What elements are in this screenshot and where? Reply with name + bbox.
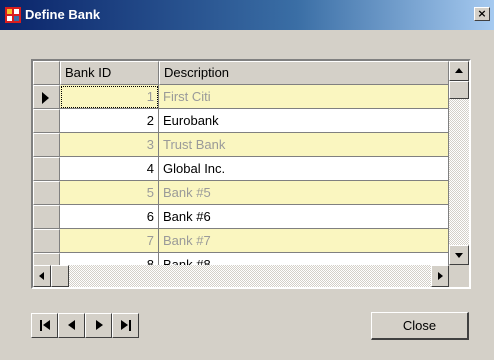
current-row-indicator-icon <box>42 92 49 104</box>
scrollbar-corner <box>449 265 469 287</box>
bank-grid[interactable]: Bank ID Description 1 First Citi 2 Eurobank… <box>31 59 471 289</box>
row-selector[interactable] <box>33 181 60 205</box>
column-header-bank-id[interactable]: Bank ID <box>60 61 159 85</box>
description-cell[interactable]: Trust Bank <box>159 133 449 157</box>
arrow-down-icon <box>455 253 463 258</box>
prior-record-button[interactable] <box>58 313 85 338</box>
row-selector[interactable] <box>33 205 60 229</box>
bank-app-icon <box>5 7 21 23</box>
scroll-right-button[interactable] <box>431 265 449 287</box>
column-header-description[interactable]: Description <box>159 61 449 85</box>
next-record-icon <box>96 320 103 330</box>
arrow-up-icon <box>455 68 463 73</box>
description-cell[interactable]: First Citi <box>159 85 449 109</box>
bank-id-cell[interactable]: 5 <box>60 181 159 205</box>
description-cell[interactable]: Bank #7 <box>159 229 449 253</box>
row-selector[interactable] <box>33 109 60 133</box>
scroll-left-button[interactable] <box>33 265 51 287</box>
title-bar[interactable]: Define Bank × <box>0 0 494 30</box>
description-cell[interactable]: Bank #5 <box>159 181 449 205</box>
bank-id-cell[interactable]: 4 <box>60 157 159 181</box>
first-record-button[interactable] <box>31 313 58 338</box>
record-navigator <box>31 313 139 338</box>
scroll-up-button[interactable] <box>449 61 469 81</box>
close-button[interactable]: Close <box>371 312 469 340</box>
horizontal-scroll-thumb[interactable] <box>51 265 69 287</box>
prior-record-icon <box>68 320 75 330</box>
window-title: Define Bank <box>25 7 101 22</box>
bank-id-cell[interactable]: 7 <box>60 229 159 253</box>
bank-id-cell[interactable]: 1 <box>60 85 159 109</box>
row-selector[interactable] <box>33 229 60 253</box>
row-selector[interactable] <box>33 133 60 157</box>
vertical-scrollbar[interactable] <box>449 61 469 265</box>
grid-body: Bank ID Description 1 First Citi 2 Eurobank… <box>33 61 469 287</box>
arrow-left-icon <box>39 272 44 280</box>
define-bank-dialog: Define Bank × Bank ID Description 1 First… <box>0 0 494 360</box>
grid-corner-header <box>33 61 60 85</box>
vertical-scroll-thumb[interactable] <box>449 81 469 99</box>
row-selector[interactable] <box>33 157 60 181</box>
description-cell[interactable]: Global Inc. <box>159 157 449 181</box>
last-record-button[interactable] <box>112 313 139 338</box>
arrow-right-icon <box>438 272 443 280</box>
bank-id-cell[interactable]: 3 <box>60 133 159 157</box>
description-cell[interactable]: Eurobank <box>159 109 449 133</box>
bank-id-cell[interactable]: 6 <box>60 205 159 229</box>
scroll-down-button[interactable] <box>449 245 469 265</box>
row-selector[interactable] <box>33 85 60 109</box>
description-cell[interactable]: Bank #6 <box>159 205 449 229</box>
bank-id-cell[interactable]: 2 <box>60 109 159 133</box>
horizontal-scrollbar[interactable] <box>33 265 449 287</box>
window-close-icon[interactable]: × <box>474 7 490 21</box>
next-record-button[interactable] <box>85 313 112 338</box>
